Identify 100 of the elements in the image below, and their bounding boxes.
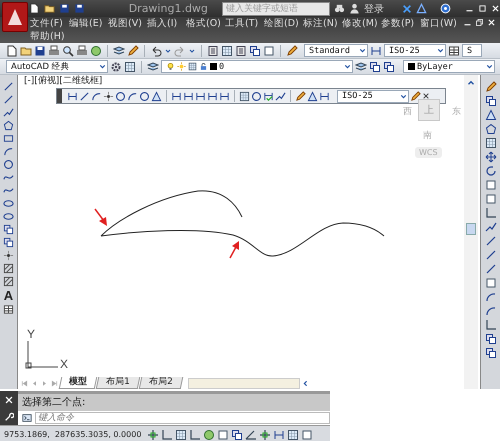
menu-item[interactable]: 文件(F) [30, 17, 69, 30]
square-icon[interactable] [217, 429, 230, 441]
grid-icon[interactable] [484, 137, 496, 149]
arc-icon[interactable] [484, 305, 496, 317]
workspace-dropdown[interactable]: AutoCAD 经典 [6, 60, 108, 73]
hatch-icon[interactable] [3, 276, 14, 287]
menu-item[interactable]: 帮助(H) [30, 30, 69, 43]
document-icon[interactable] [28, 3, 40, 14]
prompt-icon[interactable] [22, 413, 32, 423]
arc-icon[interactable] [484, 291, 496, 303]
app-logo[interactable] [2, 2, 28, 32]
copy-icon[interactable] [484, 95, 496, 107]
pencil-icon[interactable] [410, 90, 421, 102]
copy-icon[interactable] [383, 60, 395, 72]
move-icon[interactable] [484, 151, 496, 163]
copy-icon[interactable] [3, 224, 14, 235]
layer-stack-icon[interactable] [113, 44, 125, 56]
pentagon-icon[interactable] [3, 120, 14, 131]
triangle-icon[interactable] [307, 90, 318, 102]
clipboard-icon[interactable] [207, 44, 219, 56]
square-icon[interactable] [301, 429, 314, 441]
dimension-check-icon[interactable] [263, 90, 274, 102]
search-field[interactable]: 键入关键字或短语 [222, 2, 330, 16]
undo-arrow[interactable] [150, 44, 162, 56]
user-icon[interactable] [348, 3, 360, 14]
angle-icon[interactable] [245, 429, 258, 441]
menu-item[interactable]: 工具(T) [225, 17, 264, 30]
square-icon[interactable] [484, 193, 496, 205]
line-icon[interactable] [3, 81, 14, 92]
circle-icon[interactable] [139, 90, 150, 102]
arc-icon[interactable] [91, 90, 102, 102]
corner-icon[interactable] [484, 319, 496, 331]
polyline-icon[interactable] [3, 107, 14, 118]
square-icon[interactable] [484, 277, 496, 289]
menu-item[interactable]: 插入(I) [147, 17, 186, 30]
crosshair-icon[interactable] [259, 429, 272, 441]
menu-item[interactable]: 窗口(W) [420, 17, 459, 30]
copy-icon[interactable] [369, 60, 381, 72]
menu-item[interactable]: 参数(P) [381, 17, 420, 30]
pentagon-icon[interactable] [484, 123, 496, 135]
triangle-icon[interactable] [151, 90, 162, 102]
layout-tab[interactable]: 布局1 [96, 377, 140, 389]
triangle-icon[interactable] [484, 109, 496, 121]
dimension-icon[interactable] [219, 90, 230, 102]
dimension-style-dropdown[interactable]: ISO-25 [337, 90, 409, 102]
hatch-icon[interactable] [3, 263, 14, 274]
menu-item[interactable]: 标注(N) [303, 17, 342, 30]
binoculars-icon[interactable] [334, 3, 345, 14]
pencil-icon[interactable] [484, 81, 496, 93]
printer-icon[interactable] [76, 44, 88, 56]
grid-icon[interactable] [221, 44, 233, 56]
line-icon[interactable] [484, 263, 496, 275]
x-shape-icon[interactable] [402, 4, 412, 14]
vertical-scrollbar[interactable] [464, 75, 478, 389]
table-icon[interactable] [3, 304, 14, 315]
crosshair-icon[interactable] [147, 429, 160, 441]
dimension-icon[interactable] [183, 90, 194, 102]
floppy-icon[interactable] [58, 3, 70, 14]
maximize-icon[interactable] [478, 4, 487, 13]
color-dropdown[interactable]: ByLayer [403, 60, 495, 73]
gear-icon[interactable] [110, 60, 122, 72]
point-icon[interactable] [3, 250, 14, 261]
dimension-icon[interactable] [207, 90, 218, 102]
folder-icon[interactable] [44, 3, 55, 14]
dimension-style-dropdown[interactable]: ISO-25 [384, 44, 446, 57]
bulb-icon[interactable] [166, 62, 175, 71]
rotate-icon[interactable] [484, 165, 496, 177]
triangle-outline-icon[interactable] [416, 3, 427, 14]
line-icon[interactable] [484, 249, 496, 261]
clipboard-icon[interactable] [235, 44, 247, 56]
rectangle-icon[interactable] [3, 133, 14, 144]
dimension-icon[interactable] [370, 44, 382, 56]
square-icon[interactable] [263, 44, 275, 56]
copy-icon[interactable] [484, 333, 496, 345]
horizontal-scrollbar[interactable] [188, 378, 300, 388]
table-style-dropdown[interactable]: S [462, 44, 482, 57]
wrench-icon[interactable] [4, 412, 14, 422]
table-icon[interactable] [448, 44, 460, 56]
copy-icon[interactable] [484, 347, 496, 359]
scroll-thumb[interactable] [466, 223, 476, 235]
menu-item[interactable]: 视图(V) [108, 17, 147, 30]
menu-item[interactable]: 绘图(D) [264, 17, 303, 30]
dimension-icon[interactable] [171, 90, 182, 102]
pencil-icon[interactable] [295, 90, 306, 102]
toolbar-grip[interactable] [57, 89, 62, 103]
menu-item[interactable]: 修改(M) [342, 17, 381, 30]
text-style-dropdown[interactable]: Standard [304, 44, 368, 57]
close-icon[interactable] [422, 92, 430, 100]
line-icon[interactable] [484, 235, 496, 247]
layout-tab[interactable]: 模型 [58, 377, 98, 389]
dimension-icon[interactable] [319, 90, 330, 102]
grid-icon[interactable] [124, 60, 136, 72]
dimension-icon[interactable] [273, 429, 286, 441]
grid-icon[interactable] [175, 429, 188, 441]
copy-icon[interactable] [249, 44, 261, 56]
arc-icon[interactable] [127, 90, 138, 102]
menu-item[interactable]: 编辑(E) [69, 17, 108, 30]
text-tool[interactable]: A [4, 289, 14, 302]
grid-icon[interactable] [287, 429, 300, 441]
layout-tab[interactable]: 布局2 [138, 377, 183, 389]
